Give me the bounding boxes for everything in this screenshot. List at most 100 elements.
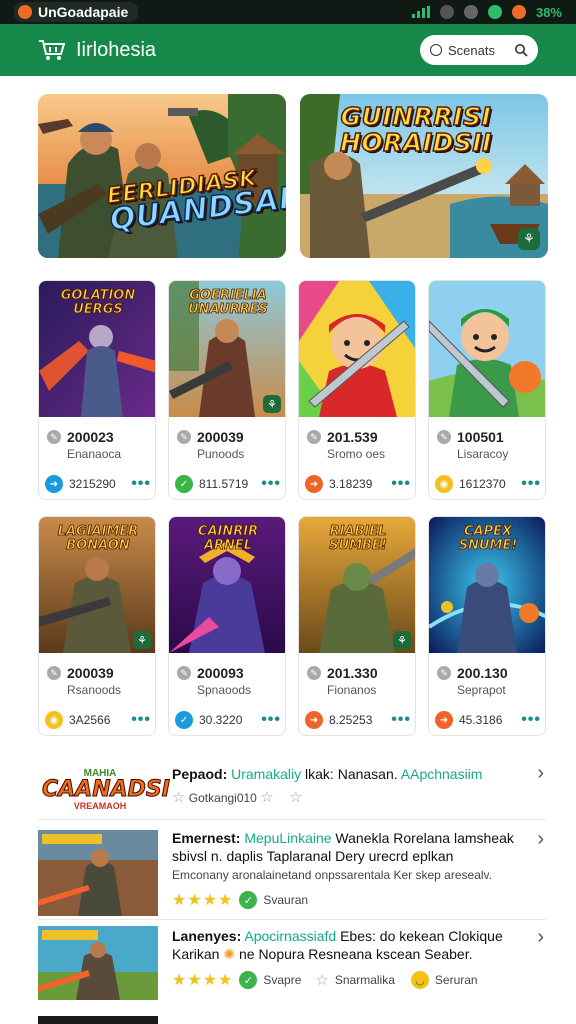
install-badge[interactable]: ⚘ xyxy=(393,631,411,649)
app-indicator: UnGoadapaie xyxy=(14,2,139,22)
download-count: 30.3220 xyxy=(199,713,243,727)
game-card[interactable]: ✎ 100501 Lisaracoy ◉ 1612370 ••• xyxy=(428,280,546,500)
game-thumbnail xyxy=(38,926,158,1000)
location-icon xyxy=(463,5,478,19)
list-item-rating: ★★★★ ✓ Svapre ☆ Snarmalika ◡ Seruran xyxy=(172,970,478,990)
game-logo: RIABIEL SUMBE! xyxy=(329,524,387,553)
search-field[interactable]: Scenats xyxy=(420,35,538,65)
more-options-icon[interactable]: ••• xyxy=(131,711,151,729)
game-card[interactable]: CAINRIR ARNEL ✎ 200093 Spnaoods ✓ 30.3220… xyxy=(168,516,286,736)
sparkle-icon: ✺ xyxy=(223,946,236,962)
logo-text: CAANADSI xyxy=(42,777,171,802)
title-rest: lkak: Nanasan. xyxy=(301,766,401,782)
search-icon[interactable] xyxy=(514,43,528,57)
featured-banner-2[interactable]: GUINRRISI HORAIDSII ⚘ xyxy=(300,94,548,258)
title-lead: Emernest: xyxy=(172,830,241,846)
title-highlight: AApchnasiim xyxy=(400,766,483,782)
more-options-icon[interactable]: ••• xyxy=(131,475,151,493)
list-item-title: Pepaod: Uramakaliy lkak: Nanasan. AApchn… xyxy=(172,766,482,782)
game-card[interactable]: GOERIELIA UNAURRES ⚘ ✎ 200039 Punoods ✓ 8… xyxy=(168,280,286,500)
price-icon: ✎ xyxy=(437,666,451,680)
game-grid-row-2: LAGIAIMER BONAON ⚘ ✎ 200039 Rsanoods ◉ 3A… xyxy=(38,516,546,736)
game-card[interactable]: LAGIAIMER BONAON ⚘ ✎ 200039 Rsanoods ◉ 3A… xyxy=(38,516,156,736)
featured-banner-1[interactable]: EERLIDIASK QUANDSAI xyxy=(38,94,286,258)
list-item[interactable]: Lanenyes: Apocirnassiafd Ebes: do kekean… xyxy=(38,920,546,1006)
verified-icon: ✓ xyxy=(239,971,258,989)
signal-icon xyxy=(411,6,430,18)
banner-title-line: GUINRRISI xyxy=(340,102,492,131)
game-artwork: GOLATION UERGS xyxy=(39,281,155,417)
more-options-icon[interactable]: ••• xyxy=(261,711,281,729)
item-meta: Svapre xyxy=(263,973,302,987)
more-options-icon[interactable]: ••• xyxy=(391,711,411,729)
list-item-description: Emconany aronalainetand onpssarentala Ke… xyxy=(172,868,492,882)
chevron-right-icon[interactable]: › xyxy=(537,828,544,851)
coin-icon: ◉ xyxy=(435,475,453,493)
verified-icon: ✓ xyxy=(239,891,258,909)
price-icon: ✎ xyxy=(437,430,451,444)
download-count: 45.3186 xyxy=(459,713,503,727)
game-card[interactable]: GOLATION UERGS ✎ 200023 Enanaoca ➜ 321529… xyxy=(38,280,156,500)
description-text: ne Nopura Resneana kscean Seaber. xyxy=(238,946,473,962)
title-lead: Pepaod: xyxy=(172,766,228,782)
cart-icon[interactable] xyxy=(38,39,66,61)
verified-icon: ✓ xyxy=(175,711,193,729)
download-count: 3215290 xyxy=(69,477,116,491)
more-options-icon[interactable]: ••• xyxy=(261,475,281,493)
item-meta: Snarmalika xyxy=(334,973,395,987)
game-publisher: Punoods xyxy=(197,447,245,461)
game-price: 200093 xyxy=(197,665,244,681)
more-options-icon[interactable]: ••• xyxy=(391,475,411,493)
more-options-icon[interactable]: ••• xyxy=(521,475,541,493)
app-icon xyxy=(18,5,32,19)
game-card[interactable]: CAPEX SNUME! ✎ 200.130 Seprapot ➜ 45.3186… xyxy=(428,516,546,736)
download-icon: ➜ xyxy=(305,711,323,729)
install-badge[interactable]: ⚘ xyxy=(263,395,281,413)
game-artwork: LAGIAIMER BONAON ⚘ xyxy=(39,517,155,653)
game-logo: MAHIA CAANADSI VREAMAOH xyxy=(42,766,171,814)
list-item-title: Lanenyes: Apocirnassiafd Ebes: do kekean… xyxy=(172,928,503,944)
globe-icon xyxy=(430,44,442,56)
chevron-right-icon[interactable]: › xyxy=(537,926,544,949)
coin-icon: ◉ xyxy=(45,711,63,729)
game-publisher: Rsanoods xyxy=(67,683,122,697)
star-rating-icon: ★★★★ xyxy=(172,892,234,909)
item-meta: Svauran xyxy=(263,893,309,907)
list-item-peek xyxy=(38,1016,158,1024)
star-outline-icon: ☆ xyxy=(172,789,186,806)
game-price: 200039 xyxy=(67,665,114,681)
chevron-right-icon[interactable]: › xyxy=(537,762,544,785)
price-icon: ✎ xyxy=(307,666,321,680)
game-artwork: CAINRIR ARNEL xyxy=(169,517,285,653)
star-outline-icon: ☆ xyxy=(289,789,303,806)
game-logo: GOLATION UERGS xyxy=(60,288,136,317)
list-item[interactable]: MAHIA CAANADSI VREAMAOH Pepaod: Uramakal… xyxy=(38,752,546,820)
search-label: Scenats xyxy=(448,42,495,58)
description-text: Karikan xyxy=(172,946,220,962)
game-artwork: GOERIELIA UNAURRES ⚘ xyxy=(169,281,285,417)
game-publisher: Sromo oes xyxy=(327,447,386,461)
title-highlight: Uramakaliy xyxy=(231,766,302,782)
game-publisher: Enanaoca xyxy=(67,447,122,461)
star-rating-icon: ★★★★ xyxy=(172,972,234,989)
game-artwork: CAPEX SNUME! xyxy=(429,517,545,653)
game-card[interactable]: RIABIEL SUMBE! ⚘ ✎ 201.330 Fionanos ➜ 8.2… xyxy=(298,516,416,736)
list-item[interactable]: Emernest: MepuLinkaine Wanekla Rorelana … xyxy=(38,820,546,920)
app-name: UnGoadapaie xyxy=(38,4,129,20)
game-price: 200023 xyxy=(67,429,114,445)
store-title: Iirlohesia xyxy=(76,38,157,61)
notification-icon xyxy=(511,5,526,19)
price-icon: ✎ xyxy=(47,666,61,680)
price-icon: ✎ xyxy=(307,430,321,444)
install-badge[interactable]: ⚘ xyxy=(518,228,540,250)
featured-banners: EERLIDIASK QUANDSAI GUINRRISI HORAIDSII … xyxy=(38,94,548,258)
game-publisher: Fionanos xyxy=(327,683,377,697)
download-count: 811.5719 xyxy=(199,477,249,491)
download-count: 1612370 xyxy=(459,477,506,491)
install-badge[interactable]: ⚘ xyxy=(133,631,151,649)
game-publisher: Lisaracoy xyxy=(457,447,509,461)
more-options-icon[interactable]: ••• xyxy=(521,711,541,729)
game-price: 201.330 xyxy=(327,665,378,681)
game-publisher: Seprapot xyxy=(457,683,506,697)
game-card[interactable]: ✎ 201.539 Sromo oes ➜ 3.18239 ••• xyxy=(298,280,416,500)
